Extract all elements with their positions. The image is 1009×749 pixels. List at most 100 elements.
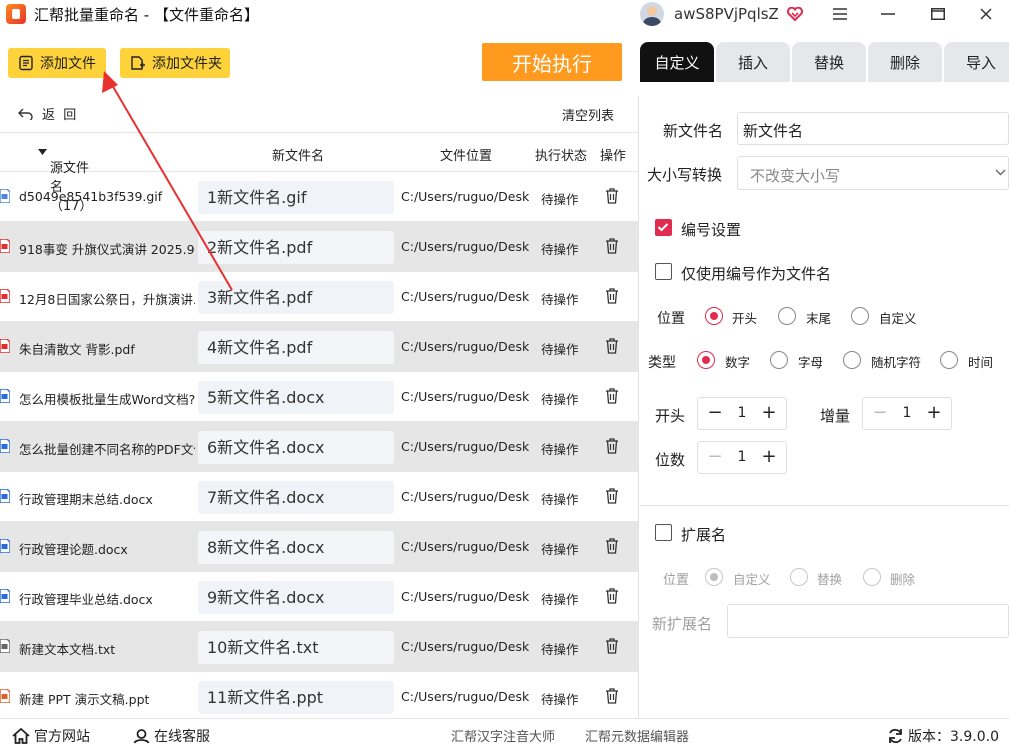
- close-button[interactable]: [966, 0, 1006, 28]
- add-file-button[interactable]: 添加文件: [8, 48, 106, 78]
- header-source[interactable]: 源文件名（17）: [38, 145, 93, 214]
- add-folder-label: 添加文件夹: [152, 56, 222, 72]
- increment-button[interactable]: +: [760, 448, 778, 466]
- radio-label-position-0: 开头: [732, 311, 758, 326]
- status-text: 待操作: [541, 242, 579, 257]
- file-location: C:/Users/ruguo/Desktop: [401, 439, 529, 454]
- clear-list-button[interactable]: 清空列表: [562, 105, 614, 124]
- back-button[interactable]: 返 回: [18, 104, 76, 123]
- table-row[interactable]: 行政管理期末总结.docx 7新文件名.docx C:/Users/ruguo/De…: [0, 472, 638, 522]
- file-location: C:/Users/ruguo/Desktop: [401, 489, 529, 504]
- table-row[interactable]: 新建文本文档.txt 10新文件名.txt C:/Users/ruguo/Deskt…: [0, 622, 638, 672]
- trash-icon[interactable]: [605, 488, 619, 504]
- word-file-icon: [0, 488, 11, 504]
- home-icon: [12, 728, 30, 744]
- radio-type-1[interactable]: [770, 351, 788, 369]
- file-location: C:/Users/ruguo/Desktop: [401, 239, 529, 254]
- trash-icon[interactable]: [605, 588, 619, 604]
- radio-position-0[interactable]: [705, 307, 723, 325]
- radio-position-2[interactable]: [851, 307, 869, 325]
- ppt-file-icon: [0, 688, 11, 704]
- tab-0[interactable]: 自定义: [640, 42, 714, 82]
- new-name-input[interactable]: 新文件名: [737, 112, 1009, 145]
- radio-type-3[interactable]: [940, 351, 958, 369]
- user-name[interactable]: awS8PVjPqlsZ: [674, 5, 779, 23]
- radio-label-ext-0: 自定义: [733, 572, 771, 587]
- case-value: 不改变大小写: [750, 167, 841, 185]
- new-ext-input[interactable]: [727, 604, 1009, 638]
- new-name-value: 新文件名: [743, 122, 804, 140]
- table-row[interactable]: 怎么用模板批量生成Word文档? 5新文件名.docx C:/Users/ruguo…: [0, 372, 638, 422]
- radio-ext-2[interactable]: [863, 568, 881, 586]
- table-row[interactable]: 12月8日国家公祭日，升旗演讲.pdf3新文件名.pdf C:/Users/rug…: [0, 272, 638, 322]
- website-link[interactable]: 官方网站: [12, 726, 90, 746]
- start-stepper[interactable]: − 1 +: [697, 397, 787, 430]
- window-title: 汇帮批量重命名 - 【文件重命名】: [34, 5, 259, 24]
- radio-position-1[interactable]: [778, 307, 796, 325]
- new-filename: 3新文件名.pdf: [198, 281, 394, 314]
- table-row[interactable]: 918事变 升旗仪式演讲 2025.9.18.pdf2新文件名.pdf C:/Us…: [0, 222, 638, 272]
- digits-stepper[interactable]: − 1 +: [697, 441, 787, 474]
- trash-icon[interactable]: [605, 638, 619, 654]
- pinyin-tool-link[interactable]: 汇帮汉字注音大师: [451, 726, 555, 745]
- radio-type-2[interactable]: [843, 351, 861, 369]
- extension-checkbox[interactable]: [655, 524, 672, 541]
- trash-icon[interactable]: [605, 388, 619, 404]
- table-row[interactable]: 朱自清散文 背影.pdf 4新文件名.pdf C:/Users/ruguo/Desk…: [0, 322, 638, 372]
- numbering-checkbox[interactable]: [655, 219, 672, 236]
- status-text: 待操作: [541, 342, 579, 357]
- table-row[interactable]: 行政管理毕业总结.docx 9新文件名.docx C:/Users/ruguo/De…: [0, 572, 638, 622]
- radio-ext-1[interactable]: [790, 568, 808, 586]
- version-info[interactable]: 版本：3.9.0.0: [887, 726, 999, 746]
- tab-1[interactable]: 插入: [716, 42, 790, 82]
- avatar[interactable]: [640, 2, 664, 26]
- only-number-checkbox[interactable]: [655, 263, 672, 280]
- user-area[interactable]: awS8PVjPqlsZ: [640, 0, 803, 28]
- radio-label-type-0: 数字: [725, 355, 751, 370]
- trash-icon[interactable]: [605, 688, 619, 704]
- trash-icon[interactable]: [605, 288, 619, 304]
- maximize-button[interactable]: [918, 0, 958, 28]
- tab-4[interactable]: 导入: [944, 42, 1009, 82]
- source-filename: 行政管理期末总结.docx: [19, 492, 153, 507]
- extension-label: 扩展名: [681, 526, 727, 544]
- support-link[interactable]: 在线客服: [133, 726, 210, 746]
- trash-icon[interactable]: [605, 538, 619, 554]
- source-filename: 怎么用模板批量生成Word文档?: [19, 392, 195, 407]
- new-filename: 9新文件名.docx: [198, 581, 394, 614]
- minimize-button[interactable]: [868, 0, 908, 28]
- tab-3[interactable]: 删除: [868, 42, 942, 82]
- table-row[interactable]: 新建 PPT 演示文稿.ppt 11新文件名.ppt C:/Users/ruguo/…: [0, 672, 638, 722]
- radio-ext-0[interactable]: [705, 568, 723, 586]
- trash-icon[interactable]: [605, 188, 619, 204]
- trash-icon[interactable]: [605, 238, 619, 254]
- only-number-label: 仅使用编号作为文件名: [681, 265, 832, 283]
- customer-service-icon: [133, 729, 150, 744]
- tab-2[interactable]: 替换: [792, 42, 866, 82]
- maximize-icon: [931, 8, 945, 20]
- header-location: 文件位置: [440, 149, 493, 164]
- file-list: d5049e8541b3f539.gif 1新文件名.gif C:/Users/ru…: [0, 172, 638, 722]
- case-select[interactable]: 不改变大小写: [737, 156, 1009, 190]
- new-filename: 8新文件名.docx: [198, 531, 394, 564]
- new-filename: 10新文件名.txt: [198, 631, 394, 664]
- increment-button[interactable]: +: [925, 404, 943, 422]
- table-row[interactable]: 怎么批量创建不同名称的PDF文件 6新文件名.docx C:/Users/ruguo…: [0, 422, 638, 472]
- table-row[interactable]: d5049e8541b3f539.gif 1新文件名.gif C:/Users/ru…: [0, 172, 638, 222]
- increment-stepper[interactable]: − 1 +: [862, 397, 952, 430]
- table-row[interactable]: 行政管理论题.docx 8新文件名.docx C:/Users/ruguo/Desk…: [0, 522, 638, 572]
- increment-button[interactable]: +: [760, 404, 778, 422]
- close-icon: [980, 8, 992, 20]
- radio-type-0[interactable]: [697, 351, 715, 369]
- metadata-tool-link[interactable]: 汇帮元数据编辑器: [585, 726, 689, 745]
- vip-heart-icon[interactable]: [786, 7, 803, 21]
- menu-button[interactable]: [820, 0, 860, 28]
- trash-icon[interactable]: [605, 438, 619, 454]
- add-folder-button[interactable]: 添加文件夹: [120, 48, 230, 78]
- word-file-icon: [0, 438, 11, 454]
- refresh-icon: [889, 728, 902, 744]
- source-filename: d5049e8541b3f539.gif: [19, 189, 163, 204]
- start-execute-button[interactable]: 开始执行: [482, 43, 622, 81]
- sort-down-icon: [38, 149, 47, 155]
- trash-icon[interactable]: [605, 338, 619, 354]
